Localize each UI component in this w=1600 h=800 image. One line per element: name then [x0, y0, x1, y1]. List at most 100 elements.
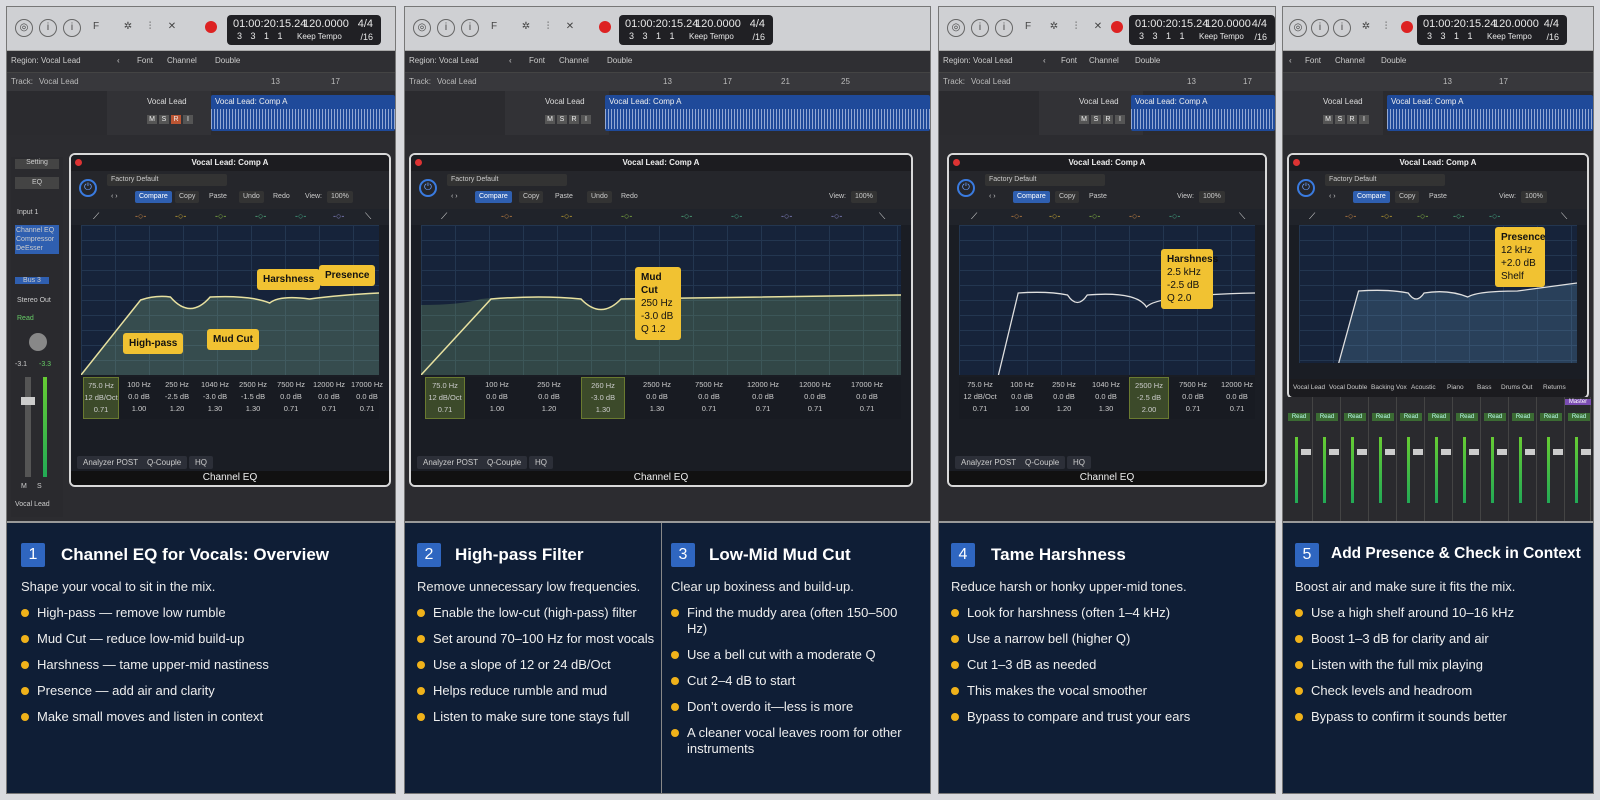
smart-controls-icon[interactable]: ✕	[561, 19, 579, 37]
track-header[interactable]: Vocal Lead M S R I	[107, 91, 211, 135]
view-menu[interactable]: 100%	[851, 191, 877, 203]
mixer-icon[interactable]: ⫶	[141, 19, 159, 37]
pan-knob[interactable]	[29, 333, 47, 351]
mixer-strip[interactable]: Read	[1509, 397, 1537, 521]
mixer-strip[interactable]: Read	[1369, 397, 1397, 521]
param-band-4[interactable]: 1040 Hz 0.0 dB 1.30	[1087, 377, 1125, 419]
editor-icon[interactable]: F	[485, 19, 503, 37]
fader[interactable]	[1553, 449, 1563, 455]
tuner-icon[interactable]: ✲	[119, 19, 137, 37]
record-enable-button[interactable]: R	[171, 115, 181, 124]
compare-button[interactable]: Compare	[135, 191, 172, 203]
nav-arrows[interactable]: ‹ ›	[985, 191, 1000, 203]
back-icon[interactable]: ‹	[509, 56, 512, 65]
fader[interactable]	[1413, 449, 1423, 455]
record-enable-button[interactable]: R	[1347, 115, 1357, 124]
analyzer-button[interactable]: Analyzer POST	[77, 456, 145, 469]
back-icon[interactable]: ‹	[1043, 56, 1046, 65]
preset-menu[interactable]: Factory Default	[107, 174, 227, 186]
lcd-display[interactable]: 01:00:20:15.24 3 3 1 1 120.0000 Keep Tem…	[619, 15, 773, 45]
record-enable-button[interactable]: R	[569, 115, 579, 124]
view-menu[interactable]: 100%	[327, 191, 353, 203]
param-band-1[interactable]: 75.0 Hz 12 dB/Oct 0.71	[83, 377, 119, 419]
copy-button[interactable]: Copy	[519, 191, 544, 203]
toolbar-icon[interactable]: i	[1333, 19, 1351, 37]
power-icon[interactable]: ⏻	[957, 179, 975, 197]
power-icon[interactable]: ⏻	[419, 179, 437, 197]
param-band-6[interactable]: 7500 Hz 0.0 dB 0.71	[273, 377, 309, 419]
mixer-strip[interactable]: Read	[1397, 397, 1425, 521]
qcouple-button[interactable]: Q-Couple	[1019, 456, 1066, 469]
toolbar-icon[interactable]: i	[995, 19, 1013, 37]
band-toggles[interactable]: ⟋ -○- -○- -○- -○- -○- -○- ⟍	[71, 209, 389, 225]
param-band-3[interactable]: 250 Hz 0.0 dB 1.20	[529, 377, 569, 419]
track-header[interactable]: Vocal Lead M S R I	[1039, 91, 1143, 135]
strip-mute[interactable]: M	[21, 483, 27, 490]
mute-button[interactable]: M	[147, 115, 157, 124]
record-button[interactable]	[599, 21, 611, 33]
param-band-3[interactable]: 250 Hz -2.5 dB 1.20	[159, 377, 195, 419]
redo-button[interactable]: Redo	[617, 191, 642, 203]
mixer-strip[interactable]: Read	[1425, 397, 1453, 521]
eq-thumbnail[interactable]: EQ	[15, 177, 59, 189]
mixer-icon[interactable]: ⫶	[539, 19, 557, 37]
solo-button[interactable]: S	[1091, 115, 1101, 124]
param-band-7[interactable]: 12000 Hz 0.0 dB 0.71	[741, 377, 785, 419]
menu-channel[interactable]: Channel	[1335, 56, 1365, 65]
menu-double[interactable]: Double	[607, 56, 632, 65]
smart-controls-icon[interactable]: ✕	[163, 19, 181, 37]
paste-button[interactable]: Paste	[1085, 191, 1111, 203]
toolbar-icon[interactable]: i	[461, 19, 479, 37]
param-band-5[interactable]: 2500 Hz -2.5 dB 2.00	[1129, 377, 1169, 419]
power-icon[interactable]: ⏻	[79, 179, 97, 197]
timeline-ruler[interactable]: Track: Vocal Lead 13 17 21 25	[405, 73, 930, 91]
strip-solo[interactable]: S	[37, 483, 42, 490]
mixer-strip[interactable]: Read	[1453, 397, 1481, 521]
library-icon[interactable]: ◎	[1289, 19, 1307, 37]
library-icon[interactable]: ◎	[413, 19, 431, 37]
tab-piano[interactable]: Piano	[1447, 384, 1464, 391]
menu-font[interactable]: Font	[529, 56, 545, 65]
setting-button[interactable]: Setting	[15, 159, 59, 169]
param-band-5[interactable]: 2500 Hz -1.5 dB 1.30	[235, 377, 271, 419]
lcd-display[interactable]: 01:00:20:15.24 3 3 1 1 120.0000 Keep Tem…	[1129, 15, 1275, 45]
plugin-compressor[interactable]: Compressor	[16, 235, 58, 244]
menu-double[interactable]: Double	[1381, 56, 1406, 65]
output-slot[interactable]: Stereo Out	[17, 297, 51, 304]
info-icon[interactable]: i	[437, 19, 455, 37]
view-menu[interactable]: 100%	[1199, 191, 1225, 203]
view-menu[interactable]: 100%	[1521, 191, 1547, 203]
audio-region[interactable]: Vocal Lead: Comp A	[1131, 95, 1275, 131]
solo-button[interactable]: S	[1335, 115, 1345, 124]
band-params[interactable]: 75.0 Hz 12 dB/Oct 0.71 100 Hz 0.0 dB 1.00 25…	[421, 377, 901, 419]
param-band-8[interactable]: 17000 Hz 0.0 dB 0.71	[349, 377, 385, 419]
param-band-2[interactable]: 100 Hz 0.0 dB 1.00	[477, 377, 517, 419]
record-enable-button[interactable]: R	[1103, 115, 1113, 124]
paste-button[interactable]: Paste	[205, 191, 231, 203]
copy-button[interactable]: Copy	[1055, 191, 1080, 203]
toolbar-icon[interactable]: i	[63, 19, 81, 37]
library-icon[interactable]: ◎	[15, 19, 33, 37]
redo-button[interactable]: Redo	[269, 191, 294, 203]
param-band-3[interactable]: 250 Hz 0.0 dB 1.20	[1045, 377, 1083, 419]
param-band-1[interactable]: 75.0 Hz 12 dB/Oct 0.71	[961, 377, 999, 419]
plugin-channel-eq[interactable]: Channel EQ	[16, 226, 58, 235]
library-icon[interactable]: ◎	[947, 19, 965, 37]
menu-font[interactable]: Font	[1305, 56, 1321, 65]
close-icon[interactable]	[1293, 159, 1300, 166]
mixer-icon[interactable]: ⫶	[1377, 19, 1395, 37]
info-icon[interactable]: i	[971, 19, 989, 37]
tuner-icon[interactable]: ✲	[517, 19, 535, 37]
param-band-4[interactable]: 1040 Hz -3.0 dB 1.30	[197, 377, 233, 419]
solo-button[interactable]: S	[159, 115, 169, 124]
analyzer-button[interactable]: Analyzer POST	[955, 456, 1023, 469]
mute-button[interactable]: M	[1323, 115, 1333, 124]
hq-button[interactable]: HQ	[189, 456, 213, 469]
fader[interactable]	[1497, 449, 1507, 455]
param-band-6[interactable]: 7500 Hz 0.0 dB 0.71	[1173, 377, 1213, 419]
param-band-6[interactable]: 7500 Hz 0.0 dB 0.71	[689, 377, 729, 419]
close-icon[interactable]	[415, 159, 422, 166]
mixer-strip[interactable]: Read	[1537, 397, 1565, 521]
info-icon[interactable]: i	[1311, 19, 1329, 37]
record-button[interactable]	[205, 21, 217, 33]
